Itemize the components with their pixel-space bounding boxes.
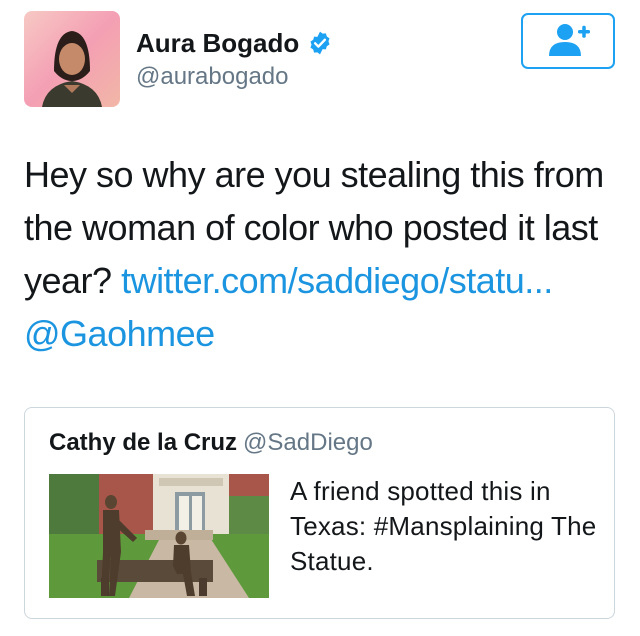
avatar[interactable]	[24, 11, 120, 107]
tweet-text: Hey so why are you stealing this from th…	[24, 148, 624, 360]
quoted-media[interactable]	[49, 474, 269, 598]
tweet-mention[interactable]: @Gaohmee	[24, 313, 215, 354]
author-handle[interactable]: @aurabogado	[136, 62, 288, 92]
verified-badge-icon	[307, 30, 333, 56]
author-name[interactable]: Aura Bogado	[136, 26, 333, 60]
quoted-tweet[interactable]: Cathy de la Cruz @SadDiego A friend spot…	[24, 407, 615, 619]
quoted-author[interactable]: Cathy de la Cruz @SadDiego	[49, 429, 373, 457]
quoted-text: A friend spotted this in Texas: #Manspla…	[290, 476, 597, 576]
follow-button[interactable]	[521, 13, 615, 69]
add-user-icon	[544, 21, 592, 62]
quoted-author-name[interactable]: Cathy de la Cruz	[49, 429, 237, 456]
author-name-text[interactable]: Aura Bogado	[136, 26, 299, 60]
quoted-author-handle[interactable]: @SadDiego	[243, 429, 373, 456]
tweet-link[interactable]: twitter.com/saddiego/statu...	[121, 260, 553, 301]
